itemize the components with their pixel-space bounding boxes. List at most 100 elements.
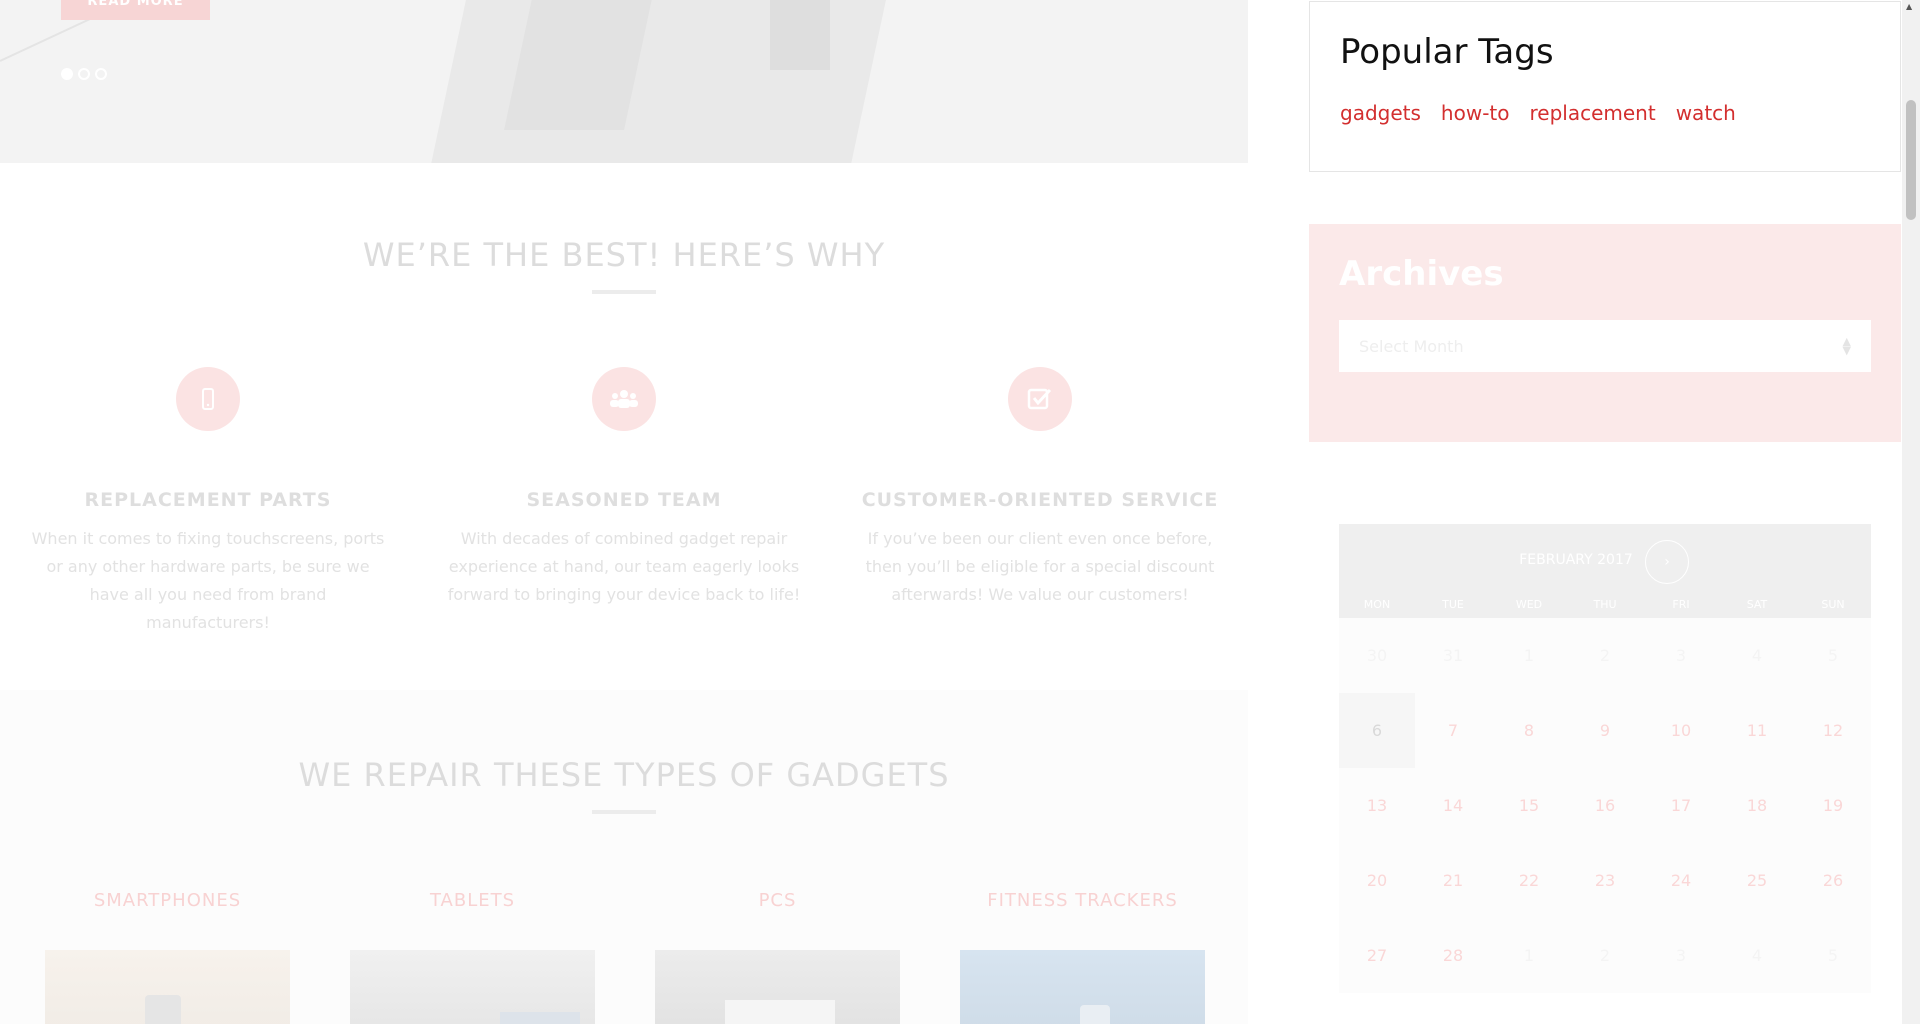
calendar-day: 1 [1523, 946, 1535, 965]
tag-link[interactable]: how-to [1441, 101, 1510, 125]
feature-title: CUSTOMER-ORIENTED SERVICE [861, 489, 1219, 511]
calendar-next-button[interactable]: › [1645, 540, 1689, 584]
widget-title: Popular Tags [1340, 32, 1554, 72]
calendar-day: 31 [1442, 646, 1464, 665]
checkbox-icon [1027, 388, 1052, 410]
calendar-day[interactable]: 27 [1339, 918, 1415, 993]
calendar-week: 20 21 22 23 24 25 26 [1339, 843, 1871, 918]
main-content: READ MORE WE’RE THE BEST! HERE’S WHY REP… [0, 0, 1248, 1024]
title-divider [592, 290, 656, 294]
calendar-day-today[interactable]: 6 [1339, 693, 1415, 768]
calendar-day[interactable]: 19 [1795, 768, 1871, 843]
feature-text: If you’ve been our client even once befo… [865, 529, 1215, 604]
calendar-day[interactable]: 26 [1795, 843, 1871, 918]
calendar-day[interactable]: 16 [1567, 768, 1643, 843]
gadget-label[interactable]: PCS [655, 890, 900, 911]
gadget-label[interactable]: TABLETS [350, 890, 595, 911]
slider-dot[interactable] [78, 68, 90, 80]
calendar-day: 1 [1523, 646, 1535, 665]
calendar-day[interactable]: 9 [1567, 693, 1643, 768]
weekday-label: TUE [1442, 598, 1464, 611]
page-scrollbar[interactable]: ▲ [1902, 0, 1920, 1024]
tag-link[interactable]: watch [1676, 101, 1736, 125]
scroll-up-arrow-icon[interactable]: ▲ [1906, 2, 1912, 11]
read-more-button[interactable]: READ MORE [61, 0, 210, 20]
feature-icon-circle [176, 367, 240, 431]
feature-title: SEASONED TEAM [526, 489, 722, 511]
fitness-tracker-photo-icon [1080, 1005, 1110, 1024]
team-icon [610, 390, 638, 408]
calendar-day[interactable]: 11 [1719, 693, 1795, 768]
tag-link[interactable]: gadgets [1340, 101, 1421, 125]
calendar-day[interactable]: 25 [1719, 843, 1795, 918]
calendar-header: FEBRUARY 2017 › MON TUE WED THU FRI SAT … [1339, 524, 1871, 618]
feature-icon-circle [1008, 367, 1072, 431]
calendar-weekdays: MON TUE WED THU FRI SAT SUN [1339, 598, 1871, 611]
calendar-day: 5 [1827, 946, 1839, 965]
feature-customer-service: CUSTOMER-ORIENTED SERVICE If you’ve been… [850, 367, 1230, 609]
scrollbar-thumb[interactable] [1906, 100, 1916, 220]
calendar-day[interactable]: 7 [1415, 693, 1491, 768]
calendar-day[interactable]: 23 [1567, 843, 1643, 918]
calendar-month: FEBRUARY 2017 [1339, 552, 1871, 568]
sidebar: Popular Tags gadgets how-to replacement … [1309, 0, 1902, 1024]
gadgets-section-title: WE REPAIR THESE TYPES OF GADGETS [298, 756, 950, 794]
calendar-day[interactable]: 10 [1643, 693, 1719, 768]
gadget-fitness-trackers[interactable]: FITNESS TRACKERS [960, 890, 1205, 1024]
select-arrows-icon: ▲ ▼ [1842, 335, 1851, 357]
gadget-smartphones[interactable]: SMARTPHONES [45, 890, 290, 1024]
feature-replacement-parts: REPLACEMENT PARTS When it comes to fixin… [18, 367, 398, 637]
calendar-day[interactable]: 28 [1415, 918, 1491, 993]
why-section-title: WE’RE THE BEST! HERE’S WHY [362, 236, 886, 274]
calendar-day[interactable]: 20 [1339, 843, 1415, 918]
weekday-label: WED [1515, 598, 1543, 611]
weekday-label: FRI [1672, 598, 1690, 611]
calendar-day: 30 [1366, 646, 1388, 665]
feature-title: REPLACEMENT PARTS [84, 489, 332, 511]
slider-dots [61, 68, 107, 80]
smartphone-icon [202, 388, 214, 410]
select-placeholder: Select Month [1359, 336, 1464, 356]
tag-link[interactable]: replacement [1530, 101, 1656, 125]
archives-month-select[interactable]: Select Month ▲ ▼ [1339, 320, 1871, 372]
calendar-week: 30 31 1 2 3 4 5 [1339, 618, 1871, 693]
hero-slider: READ MORE [0, 0, 1248, 163]
calendar-day[interactable]: 18 [1719, 768, 1795, 843]
weekday-label: MON [1363, 598, 1391, 611]
weekday-label: SAT [1746, 598, 1768, 611]
gadget-image[interactable] [960, 950, 1205, 1024]
calendar-day[interactable]: 12 [1795, 693, 1871, 768]
calendar-week: 27 28 1 2 3 4 5 [1339, 918, 1871, 993]
slider-dot[interactable] [95, 68, 107, 80]
calendar-month-label: FEBRUARY 2017 [1519, 552, 1633, 568]
calendar-day[interactable]: 14 [1415, 768, 1491, 843]
calendar-day[interactable]: 17 [1643, 768, 1719, 843]
gadget-image[interactable] [350, 950, 595, 1024]
gadget-label[interactable]: FITNESS TRACKERS [960, 890, 1205, 911]
hero-image-shape [770, 0, 830, 70]
gadget-image[interactable] [655, 950, 900, 1024]
calendar-day: 3 [1675, 646, 1687, 665]
gadget-tablets[interactable]: TABLETS [350, 890, 595, 1024]
weekday-label: THU [1593, 598, 1617, 611]
calendar-day: 2 [1599, 946, 1611, 965]
calendar-day[interactable]: 13 [1339, 768, 1415, 843]
smartphone-photo-icon [145, 995, 181, 1024]
gadget-image[interactable] [45, 950, 290, 1024]
slider-dot[interactable] [61, 68, 73, 80]
calendar-day[interactable]: 24 [1643, 843, 1719, 918]
calendar-day[interactable]: 21 [1415, 843, 1491, 918]
calendar-day[interactable]: 8 [1491, 693, 1567, 768]
feature-text: With decades of combined gadget repair e… [447, 529, 801, 604]
tag-list: gadgets how-to replacement watch [1340, 101, 1736, 125]
title-divider [592, 810, 656, 814]
gadget-pcs[interactable]: PCS [655, 890, 900, 1024]
calendar-week: 6 7 8 9 10 11 12 [1339, 693, 1871, 768]
popular-tags-widget: Popular Tags gadgets how-to replacement … [1309, 1, 1901, 172]
calendar-day[interactable]: 15 [1491, 768, 1567, 843]
archives-widget: Archives Select Month ▲ ▼ [1309, 224, 1901, 442]
gadget-label[interactable]: SMARTPHONES [45, 890, 290, 911]
widget-title: Archives [1339, 254, 1504, 294]
calendar-day[interactable]: 22 [1491, 843, 1567, 918]
calendar-grid: 30 31 1 2 3 4 5 6 7 8 9 10 11 12 13 14 1… [1339, 618, 1871, 993]
